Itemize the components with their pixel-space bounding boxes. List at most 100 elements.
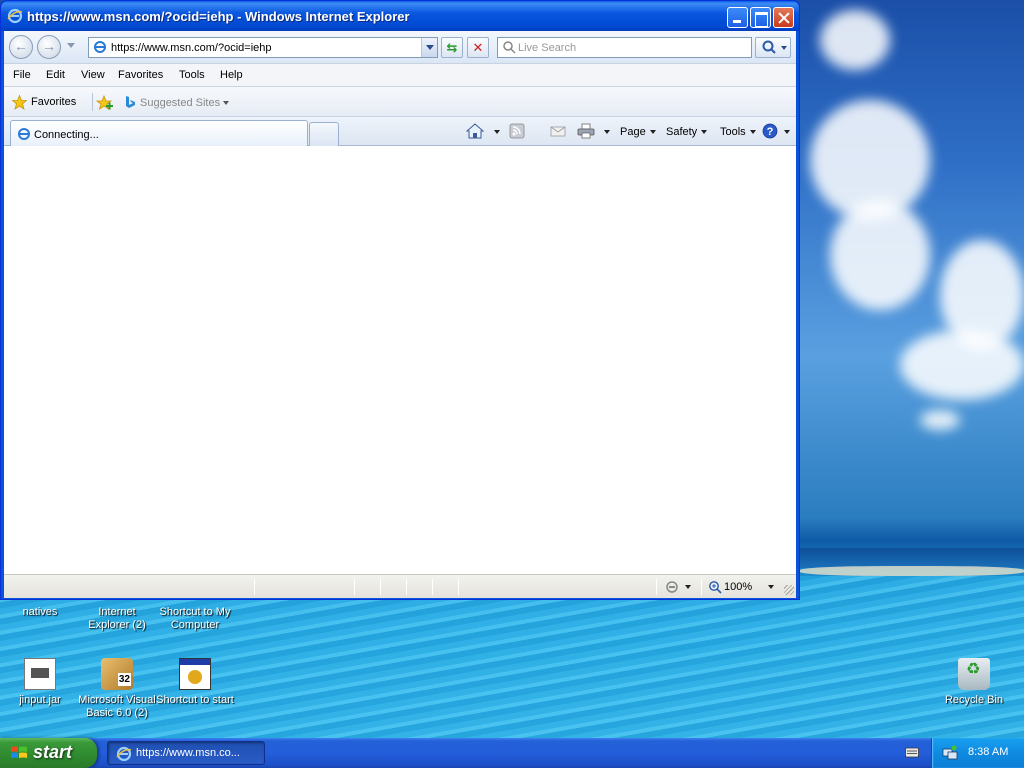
status-separator: [380, 579, 381, 595]
refresh-icon: ⇆: [446, 40, 458, 55]
tab-label: Connecting...: [34, 129, 99, 141]
page-menu-label: Page: [620, 126, 646, 138]
tab-and-command-bar: Connecting... Page Safety Tools ?: [4, 117, 796, 146]
jar-file-icon: [24, 658, 56, 690]
add-to-favorites-bar-icon[interactable]: [96, 95, 113, 111]
search-input[interactable]: [518, 40, 738, 55]
desktop-icon-internet-explorer[interactable]: Internet Explorer (2): [77, 606, 157, 632]
ie-page-icon: [18, 128, 30, 140]
tools-menu-label: Tools: [720, 126, 746, 138]
desktop-icon-label: Microsoft Visual Basic 6.0 (2): [78, 694, 156, 719]
system-tray: 8:38 AM: [931, 738, 1024, 768]
desktop-icon-visual-basic[interactable]: 32 Microsoft Visual Basic 6.0 (2): [77, 658, 157, 720]
tools-menu-button[interactable]: Tools: [720, 126, 756, 138]
minimize-button[interactable]: [727, 7, 748, 28]
maximize-button[interactable]: [750, 7, 771, 28]
title-bar[interactable]: https://www.msn.com/?ocid=iehp - Windows…: [1, 1, 799, 31]
address-dropdown-button[interactable]: [421, 38, 437, 57]
protected-mode-icon[interactable]: [664, 580, 680, 594]
print-dropdown[interactable]: [600, 126, 610, 138]
recycle-bin-icon: [958, 658, 990, 690]
windows-logo-icon: [11, 746, 27, 758]
desktop-icon-label: Shortcut to start: [156, 694, 234, 706]
taskbar: start https://www.msn.co... 8:38 AM: [0, 738, 1024, 768]
status-separator: [656, 579, 657, 595]
home-icon[interactable]: [466, 123, 484, 139]
status-separator: [458, 579, 459, 595]
chevron-down-icon[interactable]: [685, 585, 691, 589]
menu-file[interactable]: File: [13, 69, 31, 81]
forward-button[interactable]: →: [37, 35, 61, 59]
desktop-icon-natives[interactable]: natives: [0, 606, 80, 619]
address-input[interactable]: [111, 40, 411, 55]
window-title: https://www.msn.com/?ocid=iehp - Windows…: [27, 9, 410, 24]
toolbar-separator: [92, 93, 93, 111]
back-button[interactable]: ←: [9, 35, 33, 59]
desktop-icon-label: Recycle Bin: [944, 694, 1004, 706]
chevron-down-icon: [701, 130, 708, 135]
menu-favorites[interactable]: Favorites: [118, 69, 163, 81]
desktop-icon-label: Internet Explorer (2): [88, 606, 146, 631]
tab-connecting[interactable]: Connecting...: [10, 120, 308, 146]
page-content-area[interactable]: [4, 146, 796, 574]
svg-text:?: ?: [767, 126, 774, 138]
menu-bar: File Edit View Favorites Tools Help: [4, 63, 796, 87]
safety-menu-label: Safety: [666, 126, 698, 138]
search-button[interactable]: [755, 37, 791, 58]
desktop-icon-label: natives: [22, 606, 58, 618]
menu-tools[interactable]: Tools: [179, 69, 205, 81]
internet-explorer-window: https://www.msn.com/?ocid=iehp - Windows…: [0, 0, 800, 600]
zoom-level[interactable]: 100%: [724, 581, 752, 593]
desktop-icon-label: Shortcut to My Computer: [159, 606, 231, 631]
menu-view[interactable]: View: [81, 69, 105, 81]
help-dropdown[interactable]: [780, 126, 790, 138]
page-icon: [94, 41, 106, 53]
zoom-icon[interactable]: [708, 580, 722, 594]
safety-menu-button[interactable]: Safety: [666, 126, 708, 138]
favorites-label: Favorites: [31, 96, 77, 108]
visual-basic-icon: 32: [101, 658, 133, 690]
start-label: start: [33, 742, 73, 762]
bing-icon: [126, 96, 135, 108]
ie-logo-icon: [116, 746, 132, 762]
keyboard-icon[interactable]: [905, 746, 919, 758]
menu-help[interactable]: Help: [220, 69, 243, 81]
resize-grip[interactable]: [784, 585, 794, 595]
page-menu-button[interactable]: Page: [620, 126, 656, 138]
chevron-down-icon: [649, 130, 656, 135]
refresh-button[interactable]: ⇆: [441, 37, 463, 58]
start-button[interactable]: start: [0, 738, 97, 768]
chevron-down-icon: [604, 130, 610, 135]
stop-button[interactable]: ✕: [467, 37, 489, 58]
network-icon[interactable]: [942, 745, 958, 761]
search-icon: [503, 41, 516, 54]
status-separator: [406, 579, 407, 595]
favorites-bar: Favorites Suggested Sites: [4, 87, 796, 117]
chevron-down-icon: [494, 130, 500, 135]
search-icon: [762, 40, 787, 54]
address-bar: [88, 37, 438, 58]
new-tab-button[interactable]: [309, 122, 339, 146]
arrow-right-icon: →: [42, 38, 56, 54]
menu-edit[interactable]: Edit: [46, 69, 65, 81]
help-icon[interactable]: ?: [762, 123, 780, 139]
clock[interactable]: 8:38 AM: [968, 746, 1008, 758]
zoom-dropdown[interactable]: [768, 585, 774, 589]
chevron-down-icon: [749, 130, 756, 135]
desktop-icon-recycle-bin[interactable]: Recycle Bin: [934, 658, 1014, 707]
status-separator: [432, 579, 433, 595]
taskbar-button-internet-explorer[interactable]: https://www.msn.co...: [107, 741, 265, 765]
taskbar-button-label: https://www.msn.co...: [136, 747, 240, 759]
desktop-icon-my-computer-shortcut[interactable]: Shortcut to My Computer: [155, 606, 235, 632]
desktop-icon-jinput-jar[interactable]: jinput.jar: [0, 658, 80, 707]
mail-icon[interactable]: [549, 123, 567, 139]
search-box: [497, 37, 752, 58]
desktop-icon-start-shortcut[interactable]: Shortcut to start: [155, 658, 235, 707]
printer-icon[interactable]: [577, 123, 595, 139]
close-button[interactable]: [773, 7, 794, 28]
chevron-down-icon: [223, 101, 229, 105]
recent-pages-dropdown[interactable]: [67, 43, 75, 48]
home-dropdown[interactable]: [490, 126, 500, 138]
rss-feed-icon[interactable]: [508, 123, 526, 139]
star-icon: [12, 95, 27, 110]
